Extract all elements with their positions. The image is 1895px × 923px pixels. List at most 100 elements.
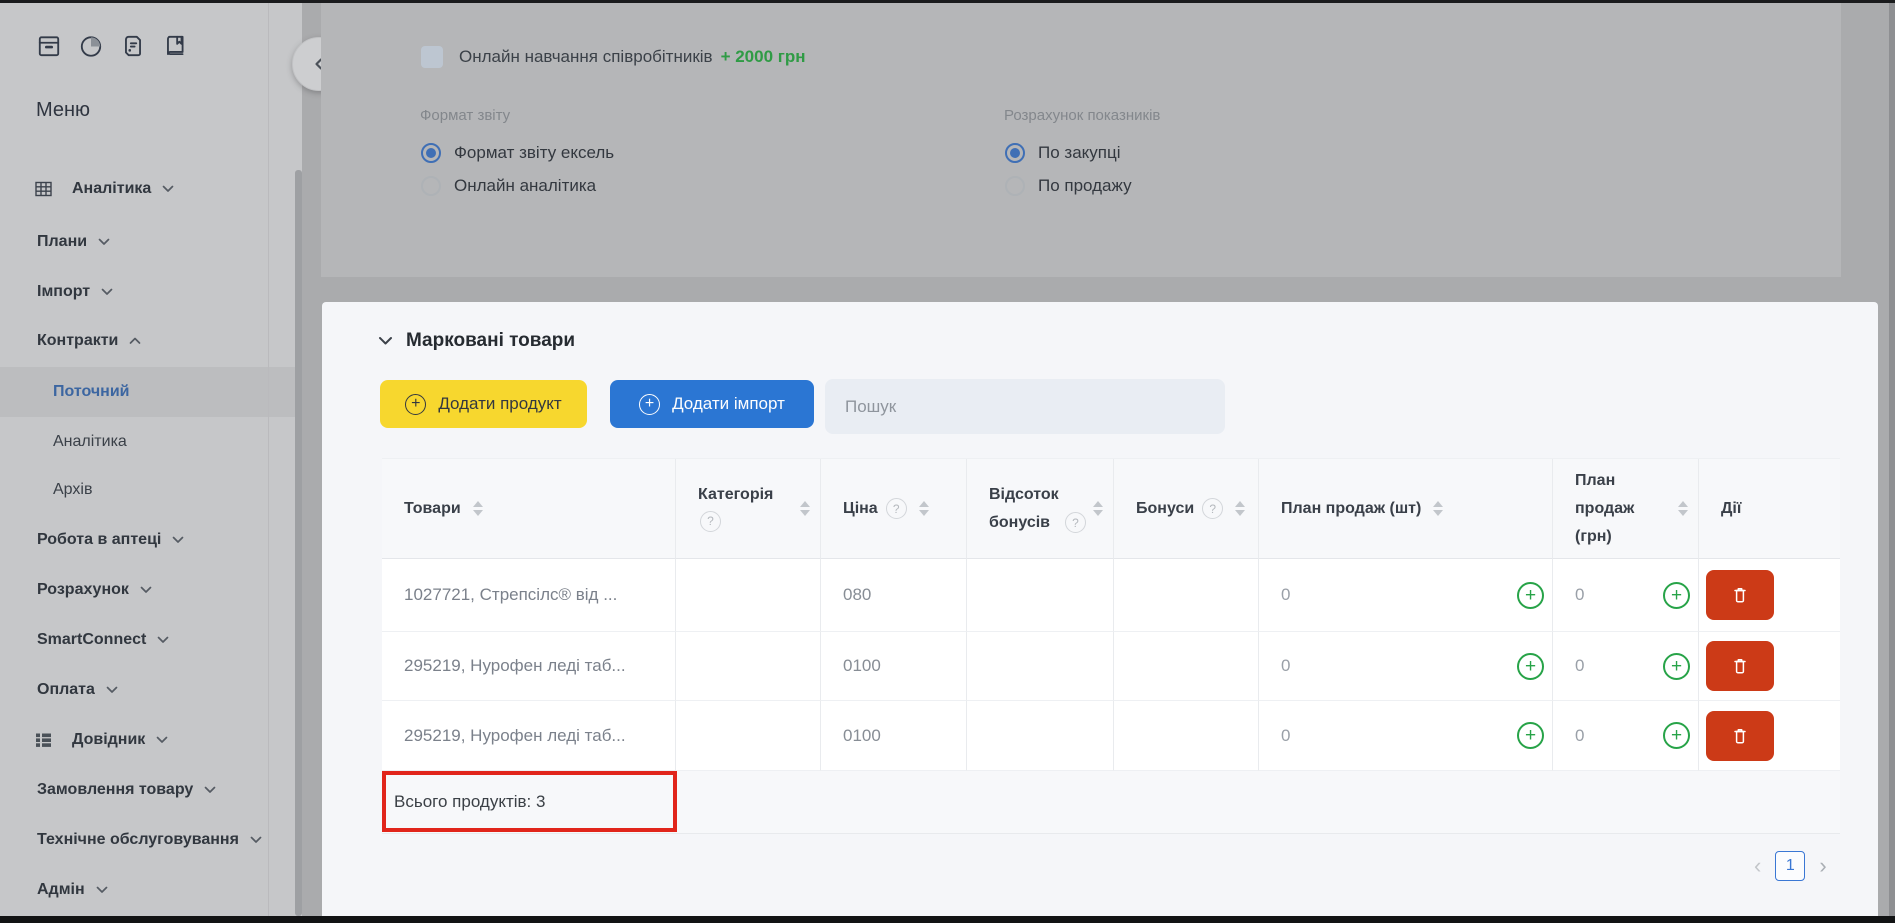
- book-icon[interactable]: [162, 33, 188, 59]
- help-icon[interactable]: ?: [1202, 498, 1223, 519]
- sidebar-item-payment[interactable]: Оплата: [0, 670, 295, 710]
- radio-option-online-analytics[interactable]: Онлайн аналітика: [421, 175, 596, 197]
- help-icon[interactable]: ?: [1065, 512, 1086, 533]
- delete-row-button[interactable]: [1706, 711, 1774, 761]
- add-import-button[interactable]: + Додати імпорт: [610, 380, 814, 428]
- sidebar: Меню Аналітика Плани Імпорт Контракти По…: [0, 3, 302, 916]
- contract-settings-card: Онлайн навчання співробітників + 2000 гр…: [321, 3, 1841, 277]
- pie-chart-icon[interactable]: [78, 33, 104, 59]
- sidebar-item-plans[interactable]: Плани: [0, 222, 295, 262]
- menu-title: Меню: [36, 99, 90, 122]
- cell-plan-qty: 0 +: [1258, 559, 1552, 632]
- cell-price: 0100: [820, 701, 966, 771]
- radio-selected-icon: [1005, 143, 1025, 163]
- cell-category: [675, 701, 820, 771]
- pagination-page-1[interactable]: 1: [1775, 851, 1805, 881]
- sidebar-item-contracts[interactable]: Контракти: [0, 321, 295, 361]
- cell-bonus-percent: [966, 632, 1113, 701]
- trash-icon: [1728, 583, 1752, 607]
- delete-row-button[interactable]: [1706, 641, 1774, 691]
- cell-bonus-percent: [966, 701, 1113, 771]
- chevron-down-icon: [96, 886, 108, 894]
- help-icon[interactable]: ?: [700, 511, 721, 532]
- radio-option-by-purchase[interactable]: По закупці: [1005, 142, 1121, 164]
- sidebar-item-admin[interactable]: Адмін: [0, 870, 295, 910]
- sort-control[interactable]: [1235, 501, 1245, 516]
- chevron-down-icon: [156, 736, 168, 744]
- add-plan-uah-button[interactable]: +: [1663, 722, 1690, 749]
- sidebar-item-analytics[interactable]: Аналітика: [0, 169, 295, 209]
- radio-option-excel[interactable]: Формат звіту ексель: [421, 142, 614, 164]
- sidebar-item-directory[interactable]: Довідник: [0, 720, 295, 760]
- section-header[interactable]: Марковані товари: [378, 330, 575, 352]
- cell-plan-qty: 0 +: [1258, 701, 1552, 771]
- cell-plan-uah: 0 +: [1552, 701, 1698, 771]
- total-products-label: Всього продуктів: 3: [382, 771, 1840, 834]
- cell-actions: [1698, 632, 1840, 701]
- sidebar-item-product-order[interactable]: Замовлення товару: [0, 770, 295, 810]
- cell-category: [675, 632, 820, 701]
- chevron-down-icon: [250, 836, 262, 844]
- sort-control[interactable]: [800, 501, 810, 516]
- list-icon: [35, 732, 52, 748]
- column-header-plan-uah: План продаж (грн): [1552, 459, 1698, 559]
- products-table: Товари Категорія ? Ціна ? Відсоток бонус…: [382, 458, 1840, 834]
- plus-circle-icon: +: [639, 394, 660, 415]
- column-header-category: Категорія ?: [675, 459, 820, 559]
- sidebar-scrollbar[interactable]: [295, 170, 302, 916]
- sidebar-item-maintenance[interactable]: Технічне обслуговування: [0, 820, 295, 860]
- search-input[interactable]: [825, 379, 1225, 434]
- sidebar-item-smartconnect[interactable]: SmartConnect: [0, 620, 295, 660]
- delete-row-button[interactable]: [1706, 570, 1774, 620]
- sort-control[interactable]: [473, 501, 483, 516]
- cell-product: 1027721, Стрепсілс® від ...: [382, 559, 675, 632]
- add-plan-qty-button[interactable]: +: [1517, 582, 1544, 609]
- chevron-down-icon: [101, 288, 113, 296]
- pagination-prev-icon[interactable]: ‹: [1750, 853, 1765, 879]
- cell-product: 295219, Нурофен леді таб...: [382, 701, 675, 771]
- sidebar-item-calculation[interactable]: Розрахунок: [0, 570, 295, 610]
- grid-icon: [35, 181, 52, 197]
- training-checkbox-row: Онлайн навчання співробітників + 2000 гр…: [421, 46, 806, 68]
- sidebar-item-current[interactable]: Поточний: [0, 367, 295, 417]
- training-checkbox[interactable]: [421, 46, 443, 68]
- chevron-down-icon: [157, 636, 169, 644]
- chevron-down-icon: [204, 786, 216, 794]
- section-title: Марковані товари: [406, 330, 575, 352]
- sidebar-item-contracts-analytics[interactable]: Аналітика: [0, 422, 295, 462]
- trash-icon: [1728, 654, 1752, 678]
- chevron-down-icon: [378, 336, 393, 346]
- cell-price: 080: [820, 559, 966, 632]
- cell-bonuses: [1113, 559, 1258, 632]
- chevron-down-icon: [172, 536, 184, 544]
- archive-box-icon[interactable]: [36, 33, 62, 59]
- sort-control[interactable]: [1433, 501, 1443, 516]
- chevron-up-icon: [129, 337, 141, 345]
- cell-bonuses: [1113, 701, 1258, 771]
- cell-actions: [1698, 701, 1840, 771]
- sort-control[interactable]: [1093, 501, 1103, 516]
- sort-control[interactable]: [919, 501, 929, 516]
- cell-plan-uah: 0 +: [1552, 559, 1698, 632]
- add-product-button[interactable]: + Додати продукт: [380, 380, 587, 428]
- cell-actions: [1698, 559, 1840, 632]
- add-plan-uah-button[interactable]: +: [1663, 582, 1690, 609]
- column-header-actions: Дії: [1698, 459, 1840, 559]
- sidebar-item-import[interactable]: Імпорт: [0, 272, 295, 312]
- report-icon[interactable]: [120, 33, 146, 59]
- calculation-label: Розрахунок показників: [1004, 107, 1160, 124]
- pagination-next-icon[interactable]: ›: [1815, 853, 1830, 879]
- add-plan-uah-button[interactable]: +: [1663, 653, 1690, 680]
- sidebar-divider: [268, 3, 269, 916]
- cell-product: 295219, Нурофен леді таб...: [382, 632, 675, 701]
- column-header-bonuses: Бонуси ?: [1113, 459, 1258, 559]
- window-edge-right: [1889, 3, 1895, 916]
- sidebar-item-pharmacy-work[interactable]: Робота в аптеці: [0, 520, 295, 560]
- sidebar-item-archive[interactable]: Архів: [0, 470, 295, 510]
- radio-option-by-sale[interactable]: По продажу: [1005, 175, 1132, 197]
- window-edge-top: [0, 0, 1895, 3]
- add-plan-qty-button[interactable]: +: [1517, 653, 1544, 680]
- help-icon[interactable]: ?: [886, 498, 907, 519]
- add-plan-qty-button[interactable]: +: [1517, 722, 1544, 749]
- sort-control[interactable]: [1678, 501, 1688, 516]
